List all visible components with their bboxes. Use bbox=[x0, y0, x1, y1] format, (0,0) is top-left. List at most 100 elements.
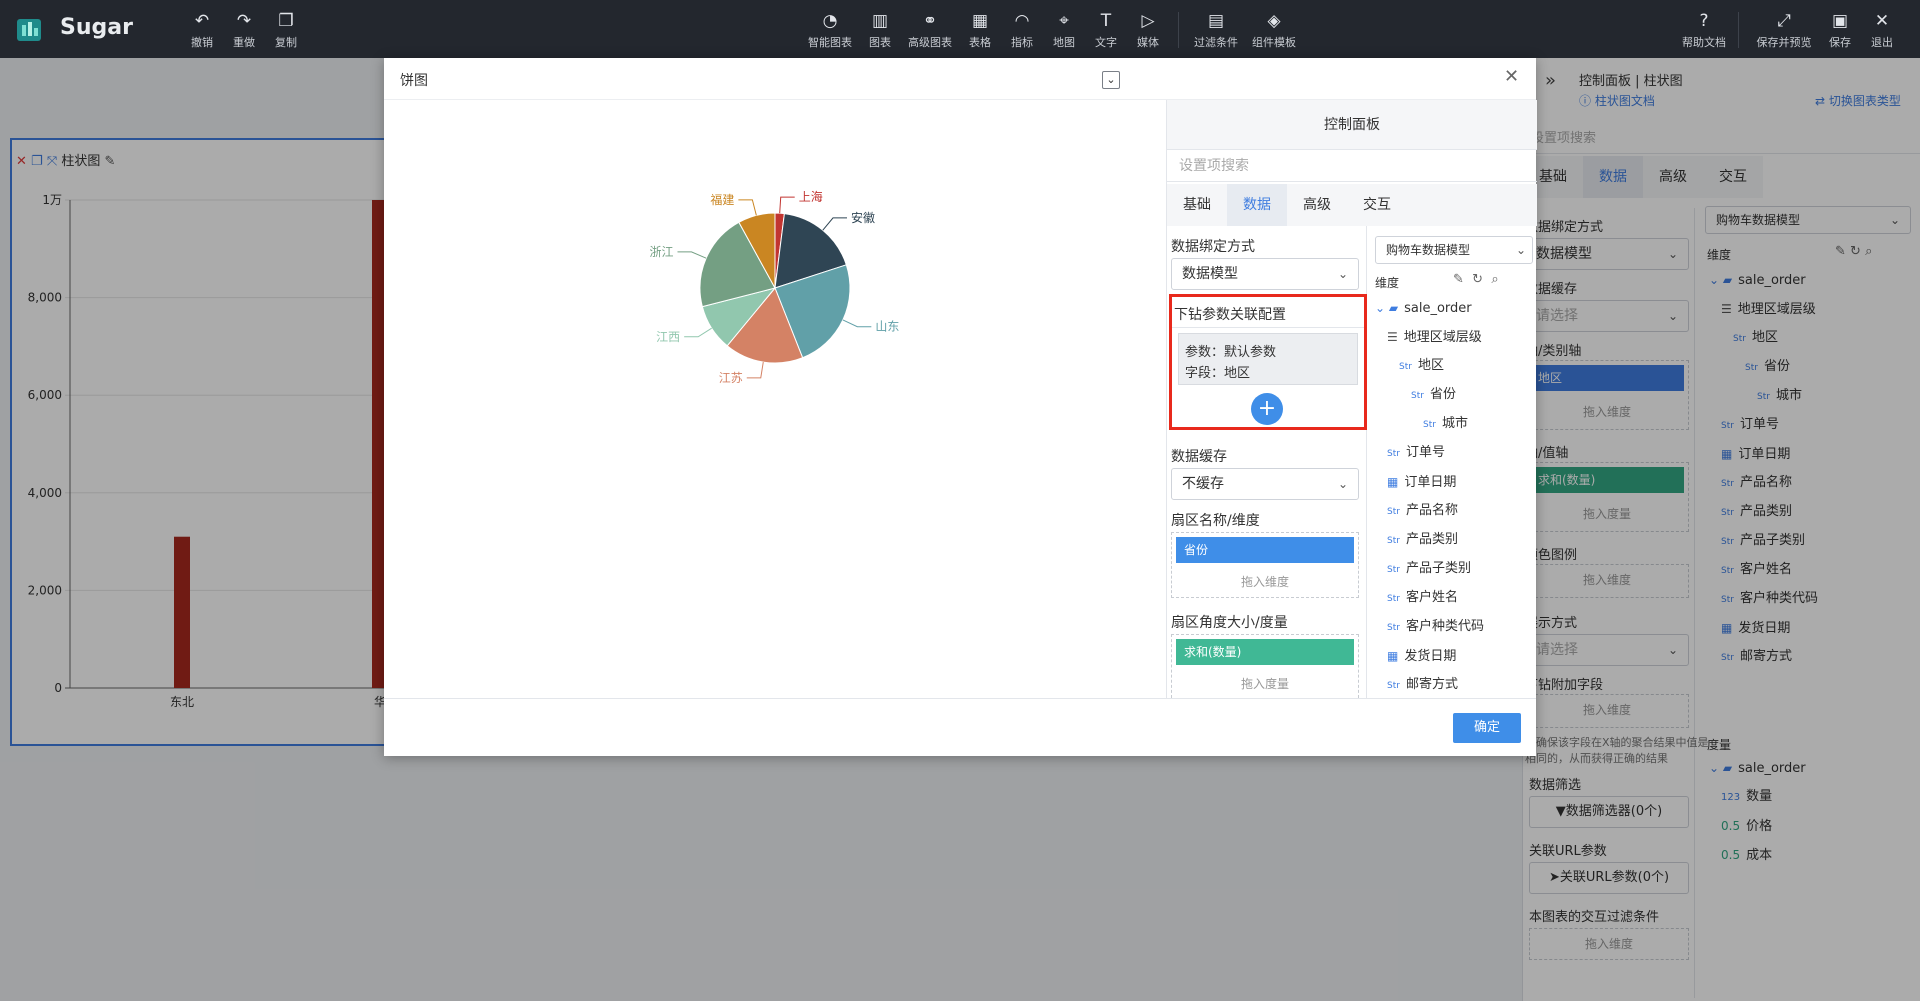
cache-select[interactable]: 不缓存 ⌄ bbox=[1171, 468, 1359, 500]
advanced-chart-button[interactable]: ⚭ 高级图表 bbox=[904, 10, 956, 50]
field-tree-item[interactable]: Str 订单号 bbox=[1387, 443, 1445, 464]
redo-button[interactable]: ↷ 重做 bbox=[226, 10, 262, 50]
media-button[interactable]: ▷ 媒体 bbox=[1130, 10, 1166, 50]
field-tree-item[interactable]: Str 省份 bbox=[1411, 385, 1456, 406]
pie-slice-label: 江西 bbox=[656, 330, 680, 344]
tab-data[interactable]: 数据 bbox=[1227, 184, 1287, 226]
dimension-label: 扇区名称/维度 bbox=[1171, 513, 1260, 529]
string-type-icon: Str bbox=[1387, 536, 1400, 546]
field-tree-item[interactable]: ▦ 发货日期 bbox=[1387, 646, 1456, 667]
field-tree-item[interactable]: Str 产品子类别 bbox=[1387, 559, 1471, 580]
field-label: 城市 bbox=[1441, 416, 1468, 431]
undo-icon: ↶ bbox=[194, 11, 210, 31]
field-tree-item[interactable]: ▦ 订单日期 bbox=[1387, 472, 1456, 493]
save-preview-button[interactable]: ⤢ 保存并预览 bbox=[1752, 10, 1816, 50]
confirm-button[interactable]: 确定 bbox=[1453, 713, 1521, 743]
edit-icon[interactable]: ✎ bbox=[1453, 272, 1464, 287]
measure-drop-hint: 拖入度量 bbox=[1240, 677, 1289, 691]
dimension-dropzone[interactable]: 省份 拖入维度 bbox=[1171, 532, 1359, 598]
save-button[interactable]: ▣ 保存 bbox=[1822, 10, 1858, 50]
field-label: 产品名称 bbox=[1405, 503, 1458, 518]
component-template-button[interactable]: ◈ 组件模板 bbox=[1248, 10, 1300, 50]
chart-button[interactable]: ▥ 图表 bbox=[862, 10, 898, 50]
field-tree-item[interactable]: Str 城市 bbox=[1423, 414, 1468, 435]
tab-basic[interactable]: 基础 bbox=[1167, 184, 1227, 226]
measure-pill-sum-qty[interactable]: 求和(数量) bbox=[1176, 639, 1354, 665]
drill-divider bbox=[1172, 327, 1364, 328]
chevron-down-icon: ⌄ bbox=[1337, 477, 1348, 491]
field-tree-item[interactable]: Str 地区 bbox=[1399, 356, 1444, 377]
field-label: 客户种类代码 bbox=[1405, 619, 1484, 634]
plus-icon: + bbox=[1257, 396, 1277, 421]
close-icon[interactable]: ✕ bbox=[1504, 66, 1519, 87]
pie-slice-label: 上海 bbox=[799, 189, 823, 204]
field-label: sale_order bbox=[1404, 301, 1472, 316]
table-button[interactable]: ▦ 表格 bbox=[962, 10, 998, 50]
field-tree-item[interactable]: Str 客户姓名 bbox=[1387, 588, 1458, 609]
search-icon[interactable]: ⌕ bbox=[1491, 272, 1498, 287]
help-doc-button[interactable]: ? 帮助文档 bbox=[1678, 10, 1730, 50]
string-type-icon: Str bbox=[1399, 362, 1412, 372]
filter-button[interactable]: ▤ 过滤条件 bbox=[1190, 10, 1242, 50]
dimension-pill-province[interactable]: 省份 bbox=[1176, 537, 1354, 563]
modal-title: 饼图 bbox=[400, 73, 428, 89]
refresh-icon[interactable]: ↻ bbox=[1472, 272, 1483, 287]
pie-label-line bbox=[738, 199, 757, 216]
chevron-down-icon: ⌄ bbox=[1515, 243, 1526, 257]
pie-label-line bbox=[779, 196, 795, 214]
pie-label-line bbox=[677, 251, 707, 259]
tab-advanced[interactable]: 高级 bbox=[1287, 184, 1347, 226]
redo-icon: ↷ bbox=[236, 11, 252, 31]
collapse-toggle-icon[interactable]: ⌄ bbox=[1102, 71, 1120, 89]
app-title: Sugar bbox=[60, 15, 133, 40]
text-button[interactable]: T 文字 bbox=[1088, 10, 1124, 50]
pie-label-line bbox=[842, 319, 872, 328]
field-tree-item[interactable]: ☰ 地理区域层级 bbox=[1387, 327, 1482, 348]
smart-chart-icon: ◔ bbox=[822, 11, 838, 31]
string-type-icon: Str bbox=[1387, 507, 1400, 517]
table-icon: ▦ bbox=[971, 11, 989, 31]
pie-slice-label: 山东 bbox=[875, 320, 899, 334]
drill-param-text: 参数：默认参数 bbox=[1185, 345, 1277, 360]
sugar-logo-icon bbox=[14, 14, 44, 44]
smart-chart-button[interactable]: ◔ 智能图表 bbox=[804, 10, 856, 50]
cube-icon: ◈ bbox=[1267, 11, 1281, 31]
dimension-section-label: 维度 bbox=[1375, 276, 1400, 290]
dimension-drop-hint: 拖入维度 bbox=[1240, 575, 1289, 589]
string-type-icon: Str bbox=[1387, 681, 1400, 691]
pie-chart-preview: 上海安徽山东江苏 江西 浙江 福建 bbox=[649, 189, 899, 385]
exit-button[interactable]: ✕ 退出 bbox=[1864, 10, 1900, 50]
add-drill-param-button[interactable]: + bbox=[1251, 393, 1283, 425]
metric-button[interactable]: ◠ 指标 bbox=[1004, 10, 1040, 50]
modal-header: 饼图 ⌄ ✕ bbox=[384, 58, 1536, 100]
field-tree-item[interactable]: Str 邮寄方式 bbox=[1387, 675, 1458, 696]
binding-select[interactable]: 数据模型 ⌄ bbox=[1171, 258, 1359, 290]
tab-interaction[interactable]: 交互 bbox=[1347, 184, 1407, 226]
field-tree-item[interactable]: ⌄ ▰ sale_order bbox=[1375, 298, 1472, 319]
field-tree-item[interactable]: Str 产品名称 bbox=[1387, 501, 1458, 522]
modal-control-panel: 控制面板 设置项搜索 基础 数据 高级 交互 数据绑定方式 数据模型 ⌄ 下钻参数… bbox=[1166, 100, 1537, 698]
measure-dropzone[interactable]: 求和(数量) 拖入度量 bbox=[1171, 634, 1359, 698]
field-label: 发货日期 bbox=[1404, 649, 1457, 664]
pie-chart-editor-modal: 饼图 ⌄ ✕ 上海 安徽 山东 江苏 江西 浙江 福建 控制面板 设置项搜索 基础 数据 高… bbox=[384, 58, 1537, 756]
advanced-chart-icon: ⚭ bbox=[922, 11, 938, 31]
settings-search-input[interactable]: 设置项搜索 bbox=[1167, 150, 1537, 182]
modal-footer-divider bbox=[384, 698, 1536, 699]
model-select[interactable]: 购物车数据模型 ⌄ bbox=[1375, 236, 1533, 264]
string-type-icon: Str bbox=[1411, 391, 1424, 401]
chevron-down-icon: ⌄ bbox=[1337, 267, 1348, 281]
save-icon: ▣ bbox=[1831, 11, 1849, 31]
field-label: 地理区域层级 bbox=[1403, 330, 1482, 345]
expand-icon: ⤢ bbox=[1777, 11, 1791, 31]
control-panel-title: 控制面板 bbox=[1167, 100, 1537, 150]
map-button[interactable]: ⌖ 地图 bbox=[1046, 10, 1082, 50]
copy-button[interactable]: ❐ 复制 bbox=[268, 10, 304, 50]
field-label: 订单日期 bbox=[1404, 475, 1457, 490]
field-tree-item[interactable]: Str 客户种类代码 bbox=[1387, 617, 1484, 638]
cache-label: 数据缓存 bbox=[1171, 449, 1227, 465]
drill-param-card[interactable]: 参数：默认参数 字段：地区 bbox=[1178, 333, 1358, 385]
field-tree-item[interactable]: Str 产品类别 bbox=[1387, 530, 1458, 551]
undo-button[interactable]: ↶ 撤销 bbox=[184, 10, 220, 50]
string-type-icon: Str bbox=[1387, 623, 1400, 633]
pie-label-line bbox=[684, 327, 712, 338]
